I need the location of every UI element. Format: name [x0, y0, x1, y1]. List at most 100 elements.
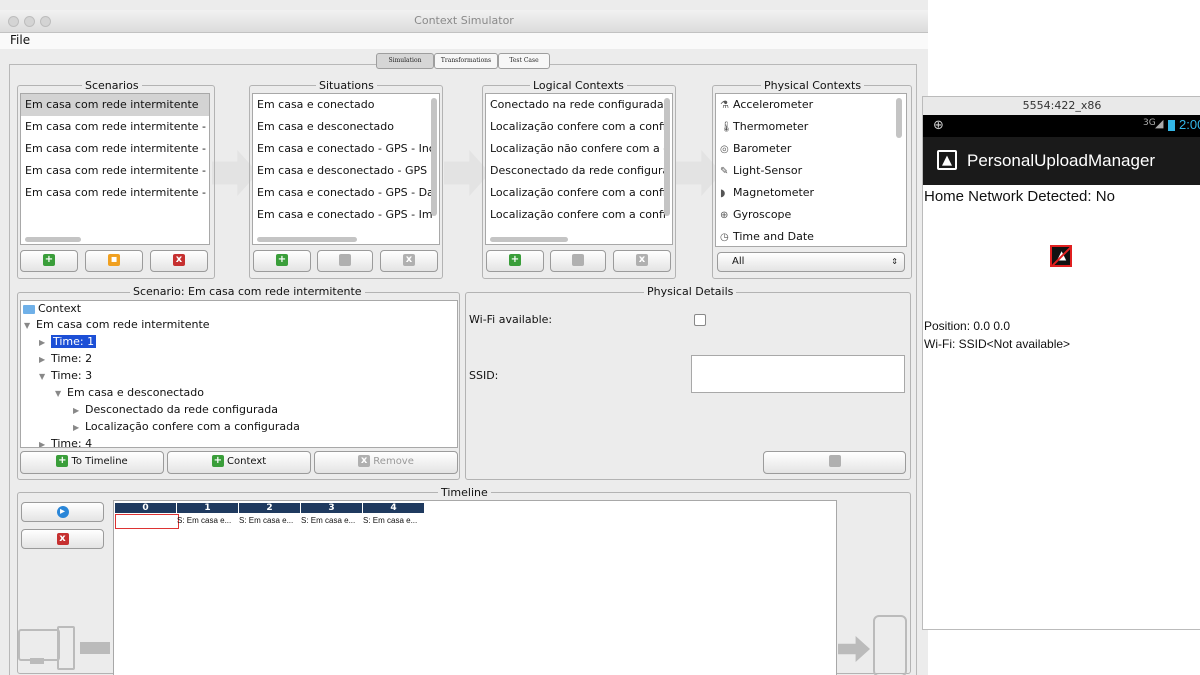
- logical-context-item[interactable]: Localização não confere com a c: [486, 138, 672, 160]
- tab-transformations[interactable]: Transformations: [434, 53, 498, 69]
- timeline-header-3[interactable]: 3: [301, 503, 363, 513]
- timeline-cell-1[interactable]: S: Em casa e...: [177, 514, 239, 527]
- physical-context-item[interactable]: ✎ Light-Sensor: [716, 160, 906, 182]
- scenarios-title: Scenarios: [82, 79, 142, 92]
- scenario-item[interactable]: Em casa com rede intermitente - S: [21, 182, 209, 204]
- collapsed-icon: ▶: [39, 355, 46, 364]
- add-logical-context-button[interactable]: +: [486, 250, 544, 272]
- delete-scenario-button[interactable]: x: [150, 250, 208, 272]
- logical-context-item[interactable]: Desconectado da rede configura: [486, 160, 672, 182]
- delete-logical-context-button[interactable]: x: [613, 250, 671, 272]
- tree-node-time4[interactable]: ▶ Time: 4: [21, 436, 457, 448]
- scenario-tree-title: Scenario: Em casa com rede intermitente: [130, 285, 365, 298]
- situation-item[interactable]: Em casa e conectado - GPS - Im: [253, 204, 439, 226]
- tree-node-situation[interactable]: ▼ Em casa e desconectado: [21, 385, 457, 402]
- physical-contexts-list[interactable]: ⚗ Accelerometer 🌡Thermometer ◎ Barometer ✎ Lig…: [715, 93, 907, 247]
- menu-file[interactable]: File: [10, 33, 30, 47]
- tree-node-time2[interactable]: ▶ Time: 2: [21, 351, 457, 368]
- physical-vscrollbar[interactable]: [896, 98, 902, 138]
- to-timeline-button[interactable]: + To Timeline: [20, 451, 164, 474]
- logical-vscrollbar[interactable]: [664, 98, 670, 216]
- ssid-input[interactable]: [691, 355, 905, 393]
- situations-vscrollbar[interactable]: [431, 98, 437, 216]
- scenarios-scrollbar[interactable]: [25, 237, 81, 242]
- timeline-header-4[interactable]: 4: [363, 503, 425, 513]
- add-icon: +: [211, 455, 224, 467]
- tree-node-scenario[interactable]: ▼ Em casa com rede intermitente: [21, 317, 457, 334]
- connection-bar-icon: [80, 642, 110, 654]
- tab-test-case[interactable]: Test Case: [498, 53, 550, 69]
- scenarios-list[interactable]: Em casa com rede intermitente Em casa co…: [20, 93, 210, 245]
- physical-context-item[interactable]: ◗ Magnetometer: [716, 182, 906, 204]
- add-scenario-button[interactable]: +: [20, 250, 78, 272]
- timeline-header-2[interactable]: 2: [239, 503, 301, 513]
- upload-disabled-icon: ▲: [1050, 245, 1072, 267]
- timeline-header-1[interactable]: 1: [177, 503, 239, 513]
- physical-details-title: Physical Details: [644, 285, 737, 298]
- signal-indicator: 3G: [1143, 118, 1156, 128]
- situation-item[interactable]: Em casa e desconectado - GPS -: [253, 160, 439, 182]
- title-bar: Context Simulator: [0, 10, 928, 33]
- situation-item[interactable]: Em casa e desconectado: [253, 116, 439, 138]
- physical-context-item[interactable]: ⚗ Accelerometer: [716, 94, 906, 116]
- physical-context-item[interactable]: ◷ Time and Date: [716, 226, 906, 246]
- play-timeline-button[interactable]: ▸: [21, 502, 104, 522]
- scenario-tree[interactable]: Context ▼ Em casa com rede intermitente ▶…: [20, 300, 458, 448]
- logical-context-item[interactable]: Localização confere com a confi: [486, 116, 672, 138]
- logical-context-item[interactable]: Localização confere com a confi: [486, 204, 672, 226]
- save-details-button[interactable]: [763, 451, 906, 474]
- tab-simulation[interactable]: Simulation: [376, 53, 434, 69]
- situation-item[interactable]: Em casa e conectado: [253, 94, 439, 116]
- remove-button[interactable]: x Remove: [314, 451, 458, 474]
- add-icon: +: [56, 455, 69, 467]
- timeline-cell-3[interactable]: S: Em casa e...: [301, 514, 363, 527]
- physical-context-item[interactable]: ◎ Barometer: [716, 138, 906, 160]
- battery-icon: [1168, 120, 1175, 131]
- logical-context-item[interactable]: Localização confere com a confi: [486, 182, 672, 204]
- collapsed-icon: ▶: [39, 440, 46, 448]
- physical-filter-select[interactable]: All ⇕: [717, 252, 905, 272]
- situations-title: Situations: [316, 79, 377, 92]
- logical-contexts-title: Logical Contexts: [530, 79, 627, 92]
- scenario-item[interactable]: Em casa com rede intermitente - C: [21, 138, 209, 160]
- logical-context-item[interactable]: Conectado na rede configurada: [486, 94, 672, 116]
- edit-scenario-button[interactable]: ▪: [85, 250, 143, 272]
- logical-hscrollbar[interactable]: [490, 237, 568, 242]
- delete-situation-button[interactable]: x: [380, 250, 438, 272]
- tree-node-time1[interactable]: ▶ Time: 1: [21, 334, 457, 351]
- scenario-item[interactable]: Em casa com rede intermitente - C: [21, 160, 209, 182]
- menu-bar: File: [0, 33, 928, 49]
- action-bar: ▲ PersonalUploadManager: [923, 137, 1200, 185]
- position-text: Position: 0.0 0.0: [924, 319, 1011, 333]
- physical-context-item[interactable]: 🌡Thermometer: [716, 116, 906, 138]
- tree-node-context[interactable]: ▶ Localização confere com a configurada: [21, 419, 457, 436]
- scenario-item[interactable]: Em casa com rede intermitente - C: [21, 116, 209, 138]
- scenario-item[interactable]: Em casa com rede intermitente: [21, 94, 209, 116]
- expanded-icon: ▼: [55, 389, 62, 398]
- timeline-cell-2[interactable]: S: Em casa e...: [239, 514, 301, 527]
- tree-node-time3[interactable]: ▼ Time: 3: [21, 368, 457, 385]
- add-situation-button[interactable]: +: [253, 250, 311, 272]
- edit-situation-button[interactable]: [317, 250, 373, 272]
- situations-hscrollbar[interactable]: [257, 237, 357, 242]
- add-context-button[interactable]: + Context: [167, 451, 311, 474]
- physical-context-item[interactable]: ⊕ Gyroscope: [716, 204, 906, 226]
- tree-node-root[interactable]: Context: [21, 301, 457, 317]
- logical-contexts-list[interactable]: Conectado na rede configurada Localizaçã…: [485, 93, 673, 245]
- timeline-cell-0[interactable]: [115, 514, 179, 529]
- situation-item[interactable]: Em casa e conectado - GPS - Da: [253, 182, 439, 204]
- magnet-icon: ◗: [720, 188, 726, 199]
- status-bar: ⊕ 3G ◢ 2:00: [923, 115, 1200, 137]
- timeline-cell-4[interactable]: S: Em casa e...: [363, 514, 425, 527]
- timeline-title: Timeline: [438, 486, 491, 499]
- situations-list[interactable]: Em casa e conectado Em casa e desconecta…: [252, 93, 440, 245]
- edit-logical-context-button[interactable]: [550, 250, 606, 272]
- clock-icon: ◷: [720, 232, 729, 243]
- tree-node-context[interactable]: ▶ Desconectado da rede configurada: [21, 402, 457, 419]
- timeline-header-0[interactable]: 0: [115, 503, 177, 513]
- delete-timeline-button[interactable]: x: [21, 529, 104, 549]
- wifi-available-checkbox[interactable]: [694, 314, 706, 326]
- situation-item[interactable]: Em casa e conectado - GPS - Inc: [253, 138, 439, 160]
- delete-icon: x: [173, 254, 185, 266]
- context-simulator-window: Context Simulator File Simulation Transf…: [0, 0, 928, 675]
